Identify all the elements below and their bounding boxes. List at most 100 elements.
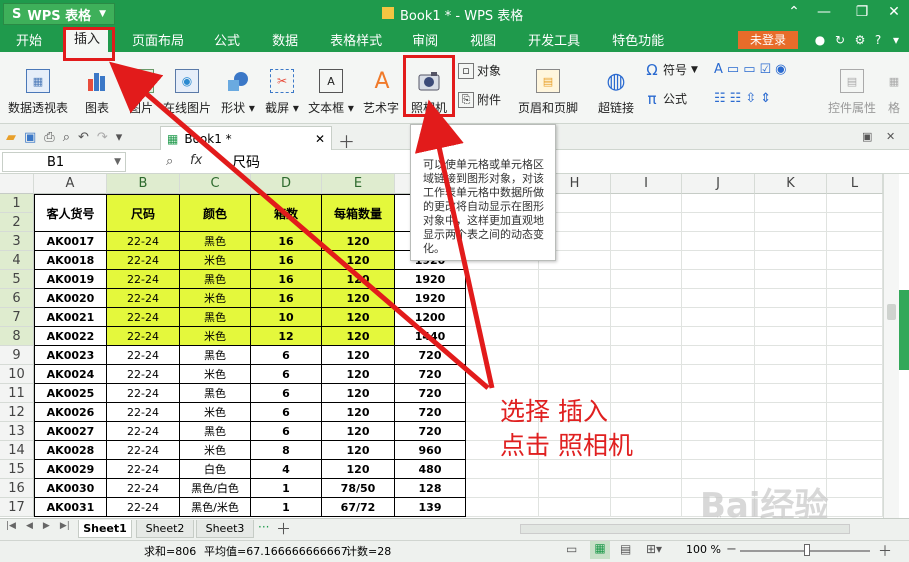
row-header-5[interactable]: 5 (0, 270, 34, 289)
table-cell[interactable]: AK0029 (34, 460, 107, 479)
empty-cell[interactable] (755, 327, 827, 346)
empty-cell[interactable] (466, 479, 539, 498)
empty-cell[interactable] (539, 308, 611, 327)
table-cell[interactable]: 米色 (180, 365, 251, 384)
table-cell[interactable]: 139 (395, 498, 466, 517)
table-cell[interactable]: 960 (395, 441, 466, 460)
formula-button[interactable]: π 公式 (644, 90, 687, 108)
table-cell[interactable]: 22-24 (107, 384, 180, 403)
empty-cell[interactable] (539, 498, 611, 517)
table-cell[interactable]: 720 (395, 346, 466, 365)
table-cell[interactable]: 120 (322, 346, 395, 365)
redo-icon[interactable]: ↷ (97, 130, 108, 145)
tab-special-features[interactable]: 特色功能 (604, 30, 672, 49)
table-cell[interactable]: 120 (322, 270, 395, 289)
empty-cell[interactable] (755, 194, 827, 213)
table-cell[interactable]: 120 (322, 460, 395, 479)
pivot-table-button[interactable]: ▦ 数据透视表 (6, 58, 70, 116)
empty-cell[interactable] (682, 232, 755, 251)
table-cell[interactable]: 22-24 (107, 346, 180, 365)
symbol-button[interactable]: Ω 符号 ▼ (644, 61, 698, 79)
table-cell[interactable]: 6 (251, 403, 322, 422)
table-cell[interactable]: 黑色 (180, 232, 251, 251)
tab-formulas[interactable]: 公式 (206, 30, 248, 49)
format-button[interactable]: ▦ 格 (884, 58, 904, 116)
table-cell[interactable]: AK0028 (34, 441, 107, 460)
checkbox-control-icon[interactable]: ☑ (760, 62, 772, 77)
zoom-out-icon[interactable]: − (726, 542, 737, 557)
table-cell[interactable]: 120 (322, 251, 395, 270)
empty-cell[interactable] (827, 346, 883, 365)
empty-cell[interactable] (827, 194, 883, 213)
table-cell[interactable]: 1440 (395, 327, 466, 346)
table-cell[interactable]: 米色 (180, 441, 251, 460)
table-header-cell[interactable]: 每箱数量 (322, 194, 395, 232)
empty-cell[interactable] (755, 403, 827, 422)
table-cell[interactable]: 720 (395, 384, 466, 403)
empty-cell[interactable] (682, 270, 755, 289)
zoom-level[interactable]: 100 % (686, 543, 721, 556)
empty-cell[interactable] (827, 270, 883, 289)
row-header-6[interactable]: 6 (0, 289, 34, 308)
empty-cell[interactable] (827, 441, 883, 460)
table-cell[interactable]: 6 (251, 365, 322, 384)
table-cell[interactable]: 白色 (180, 460, 251, 479)
empty-cell[interactable] (827, 422, 883, 441)
table-cell[interactable]: 720 (395, 422, 466, 441)
empty-cell[interactable] (611, 308, 682, 327)
table-cell[interactable]: AK0017 (34, 232, 107, 251)
tab-home[interactable]: 开始 (8, 30, 50, 49)
tab-data[interactable]: 数据 (264, 30, 306, 49)
minimize-button[interactable]: — (812, 4, 836, 20)
empty-cell[interactable] (682, 422, 755, 441)
zoom-in-icon[interactable]: ＋ (878, 541, 892, 561)
table-cell[interactable]: AK0031 (34, 498, 107, 517)
table-cell[interactable]: AK0020 (34, 289, 107, 308)
row-header-9[interactable]: 9 (0, 346, 34, 365)
table-cell[interactable]: 1 (251, 479, 322, 498)
empty-cell[interactable] (611, 213, 682, 232)
table-cell[interactable]: 黑色/白色 (180, 479, 251, 498)
row-header-13[interactable]: 13 (0, 422, 34, 441)
table-cell[interactable]: 120 (322, 384, 395, 403)
table-cell[interactable]: 128 (395, 479, 466, 498)
table-cell[interactable]: 1200 (395, 308, 466, 327)
table-header-cell[interactable]: 颜色 (180, 194, 251, 232)
empty-cell[interactable] (682, 213, 755, 232)
table-cell[interactable]: 22-24 (107, 422, 180, 441)
row-header-14[interactable]: 14 (0, 441, 34, 460)
tab-page-layout[interactable]: 页面布局 (124, 30, 192, 49)
screenshot-button[interactable]: ✂ 截屏 ▾ (262, 58, 302, 116)
table-cell[interactable]: 22-24 (107, 365, 180, 384)
empty-cell[interactable] (755, 270, 827, 289)
column-header-j[interactable]: J (682, 174, 755, 194)
table-cell[interactable]: 22-24 (107, 403, 180, 422)
table-cell[interactable]: 米色 (180, 403, 251, 422)
table-cell[interactable]: AK0030 (34, 479, 107, 498)
empty-cell[interactable] (466, 498, 539, 517)
empty-cell[interactable] (827, 498, 883, 517)
empty-cell[interactable] (682, 327, 755, 346)
page-break-view-icon[interactable]: ▦ (590, 541, 610, 559)
empty-cell[interactable] (539, 365, 611, 384)
table-cell[interactable]: 黑色 (180, 422, 251, 441)
text-a-icon[interactable]: A (714, 62, 723, 77)
radio-control-icon[interactable]: ◉ (775, 62, 786, 77)
empty-cell[interactable] (755, 441, 827, 460)
tab-review[interactable]: 审阅 (404, 30, 446, 49)
column-header-c[interactable]: C (180, 174, 251, 194)
undo-icon[interactable]: ↶ (78, 130, 89, 145)
online-picture-button[interactable]: ◉ 在线图片 (162, 58, 212, 116)
table-cell[interactable]: 22-24 (107, 308, 180, 327)
tab-view[interactable]: 视图 (462, 30, 504, 49)
table-cell[interactable]: 1920 (395, 270, 466, 289)
empty-cell[interactable] (827, 289, 883, 308)
customize-icon[interactable]: ▾ (116, 130, 123, 145)
empty-cell[interactable] (682, 346, 755, 365)
table-cell[interactable]: 16 (251, 270, 322, 289)
row-header-16[interactable]: 16 (0, 479, 34, 498)
empty-cell[interactable] (682, 460, 755, 479)
row-header-7[interactable]: 7 (0, 308, 34, 327)
empty-cell[interactable] (827, 403, 883, 422)
table-cell[interactable]: 78/50 (322, 479, 395, 498)
